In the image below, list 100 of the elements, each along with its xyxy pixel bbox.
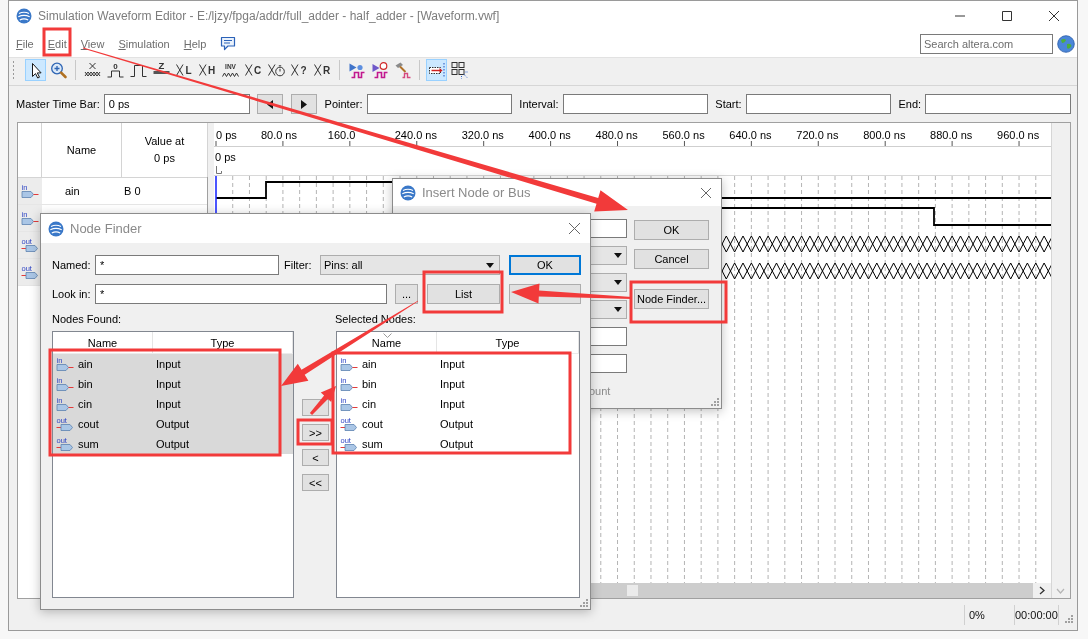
- column-header[interactable]: Type: [437, 332, 579, 353]
- time-label: 80.0 ns: [260, 129, 297, 141]
- dialog-title: Insert Node or Bus: [422, 185, 532, 200]
- field-label: Start:: [715, 98, 742, 110]
- node-name: cout: [78, 418, 99, 430]
- caret-down-icon: [614, 280, 622, 285]
- chat-bubble-icon[interactable]: [220, 36, 237, 51]
- time-label: 880.0 ns: [930, 129, 973, 141]
- column-header: Name: [66, 142, 97, 158]
- node-type: Input: [439, 358, 466, 370]
- time-field[interactable]: [366, 94, 513, 114]
- text-field[interactable]: [589, 354, 627, 373]
- node-type: Output: [439, 418, 475, 430]
- scrollbar-thumb[interactable]: [627, 585, 638, 596]
- window-title: Simulation Waveform Editor - E:/ljzy/fpga/addr/full_adder - half_adder - [Waveform.vwf]: [38, 8, 501, 23]
- time-label: 320.0 ns: [461, 129, 504, 141]
- field-label: Named:: [52, 259, 92, 271]
- caret-down-icon: [486, 262, 494, 268]
- caret-down-icon: [614, 253, 622, 258]
- time-label: 560.0 ns: [662, 129, 705, 141]
- menu-item[interactable]: View: [80, 37, 105, 50]
- resize-grip-icon[interactable]: [1064, 614, 1073, 623]
- node-name: bin: [362, 378, 377, 390]
- column-header[interactable]: Name: [53, 332, 153, 353]
- cursor-marker-icon[interactable]: [216, 166, 222, 174]
- time-label: 480.0 ns: [595, 129, 638, 141]
- node-type: Input: [155, 398, 182, 410]
- maximize-icon[interactable]: [1001, 10, 1012, 21]
- dialog-button[interactable]: Node Finder...: [634, 289, 709, 309]
- app-logo-icon: [48, 220, 64, 237]
- node-name: sum: [362, 438, 383, 450]
- menu-item[interactable]: Edit: [47, 37, 67, 50]
- time-label: 160.0: [327, 129, 356, 141]
- signal-value: B 0: [124, 185, 141, 197]
- column-header[interactable]: Type: [153, 332, 293, 353]
- look-in-field[interactable]: *: [95, 284, 387, 304]
- elapsed-time: 00:00:00: [1015, 608, 1058, 621]
- time-label: 800.0 ns: [863, 129, 906, 141]
- app-logo-icon: [16, 7, 32, 24]
- time-field[interactable]: [745, 94, 892, 114]
- cursor-time-label: 0 ps: [215, 151, 236, 163]
- node-name: cin: [78, 398, 93, 410]
- dropdown[interactable]: [589, 300, 627, 319]
- field-label: Pointer:: [324, 98, 363, 110]
- time-label: 0 ps: [216, 129, 237, 141]
- time-field[interactable]: [562, 94, 709, 114]
- chevron-right-icon[interactable]: [1039, 586, 1045, 595]
- time-label: 640.0 ns: [729, 129, 772, 141]
- dialog-button[interactable]: Cancel: [634, 249, 709, 269]
- dialog-button[interactable]: OK: [634, 220, 709, 240]
- time-field[interactable]: [925, 94, 1071, 114]
- transfer-button[interactable]: <<: [302, 474, 329, 491]
- menu-item[interactable]: File: [16, 37, 34, 50]
- node-name: ain: [78, 358, 93, 370]
- node-name: bin: [78, 378, 93, 390]
- node-type: Input: [439, 378, 466, 390]
- menu-item[interactable]: Help: [183, 37, 207, 50]
- signal-name: ain: [65, 185, 80, 197]
- caret-down-icon: [614, 307, 622, 312]
- toolbar-grip[interactable]: [12, 60, 15, 80]
- text-field[interactable]: [589, 219, 627, 238]
- resize-grip-icon[interactable]: [710, 397, 719, 406]
- highlight-frame: [42, 27, 72, 57]
- dropdown[interactable]: [589, 246, 627, 265]
- column-header: Value at 0 ps: [144, 134, 185, 166]
- transfer-button[interactable]: <: [302, 449, 329, 466]
- node-name: cout: [362, 418, 383, 430]
- time-label: 240.0 ns: [394, 129, 437, 141]
- time-label: 960.0 ns: [997, 129, 1040, 141]
- close-icon[interactable]: [1048, 10, 1059, 21]
- node-type: Output: [155, 438, 191, 450]
- next-button[interactable]: [290, 94, 317, 114]
- dialog-button[interactable]: OK: [509, 255, 581, 275]
- search-field[interactable]: Search altera.com: [920, 33, 1053, 54]
- node-type: Input: [155, 358, 182, 370]
- menu-item[interactable]: Simulation: [118, 37, 170, 50]
- filter-dropdown[interactable]: Pins: all: [320, 255, 500, 275]
- text-field[interactable]: [589, 327, 627, 346]
- named-field[interactable]: *: [95, 255, 279, 275]
- time-field[interactable]: 0 ps: [103, 94, 250, 114]
- close-icon[interactable]: [701, 187, 711, 198]
- resize-grip-icon[interactable]: [579, 598, 588, 607]
- node-type: Output: [155, 418, 191, 430]
- node-name: cin: [362, 398, 377, 410]
- node-name: ain: [362, 358, 377, 370]
- progress-text: 0%: [969, 608, 985, 621]
- node-type: Input: [439, 398, 466, 410]
- app-logo-icon: [400, 184, 416, 201]
- transfer-button[interactable]: >>: [302, 424, 329, 441]
- browse-button[interactable]: ...: [395, 284, 418, 304]
- globe-icon[interactable]: [1057, 34, 1075, 53]
- close-icon[interactable]: [569, 223, 580, 234]
- field-label: Filter:: [284, 259, 313, 271]
- dropdown[interactable]: [589, 273, 627, 292]
- section-label: Nodes Found:: [52, 313, 123, 325]
- node-type: Output: [439, 438, 475, 450]
- dialog-button[interactable]: List: [427, 284, 500, 304]
- grid-squares-icon[interactable]: [449, 59, 470, 81]
- dialog-title: Node Finder: [70, 221, 143, 236]
- triangle-right-icon: [300, 99, 307, 109]
